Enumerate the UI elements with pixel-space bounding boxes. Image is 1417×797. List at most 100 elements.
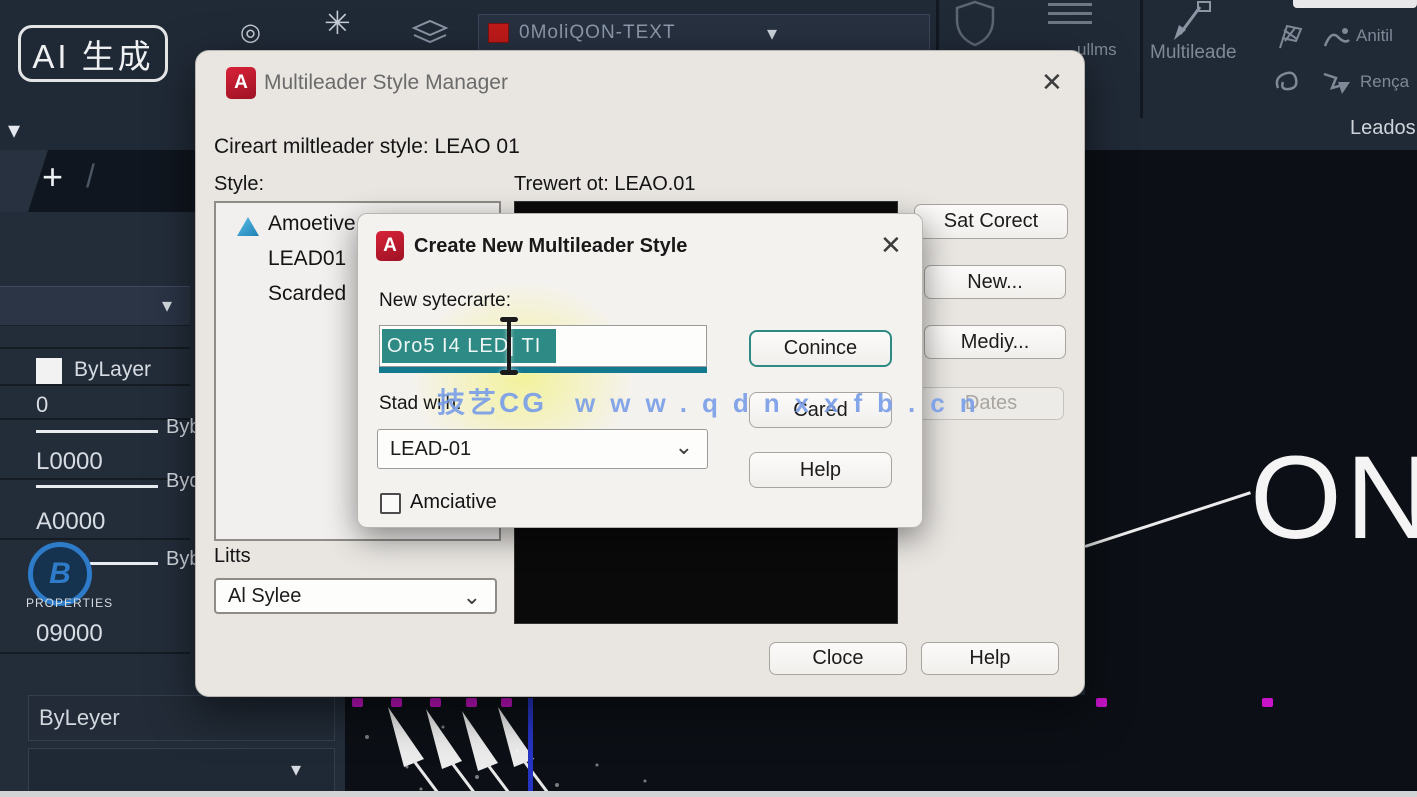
close-button[interactable]: Cloce <box>769 642 907 675</box>
leader-annotation-text: ON <box>1250 430 1417 566</box>
list-label: Litts <box>214 545 251 568</box>
style-list-item[interactable]: Scarded <box>268 282 346 306</box>
thickness-value[interactable]: 09000 <box>36 620 103 648</box>
chevron-down-icon[interactable]: ▾ <box>291 757 301 782</box>
row-separator <box>0 347 190 349</box>
leader-line <box>1085 491 1251 548</box>
selected-text: Oro5 I4 LED| TI <box>382 329 556 363</box>
watermark-url: www.qdnxxfb.cn <box>575 388 991 419</box>
leader-arrows <box>345 695 1417 797</box>
remove-leader-icon[interactable] <box>1320 68 1352 98</box>
continue-button[interactable]: Conince <box>749 330 892 367</box>
layers-stack-icon[interactable] <box>410 16 450 48</box>
chevron-down-icon[interactable]: ⌄ <box>675 434 693 460</box>
layer-color-swatch <box>488 23 509 43</box>
row-separator <box>0 418 190 420</box>
watermark-brand: 技艺CG <box>437 381 547 421</box>
autocad-logo-icon: A <box>376 231 404 261</box>
add-leader-icon[interactable] <box>1276 22 1306 50</box>
bylayer-value: ByLeyer <box>39 705 120 730</box>
row-separator <box>0 538 190 540</box>
layer-dropdown[interactable]: 0MoliQON-TEXT ▾ <box>478 14 930 51</box>
autocad-logo-icon: A <box>226 67 256 99</box>
style-list-item[interactable]: LEAD01 <box>268 247 346 271</box>
magenta-marker <box>430 698 441 707</box>
multileader-tool-label[interactable]: Multileade <box>1150 42 1237 64</box>
annotative-checkbox[interactable] <box>380 493 401 514</box>
close-icon[interactable]: ✕ <box>880 232 902 258</box>
help-button[interactable]: Help <box>921 642 1059 675</box>
dialog-title: Multileader Style Manager <box>264 71 508 95</box>
color-swatch[interactable] <box>36 358 62 384</box>
leader-tool-icon[interactable] <box>1322 24 1352 50</box>
magenta-marker <box>391 698 402 707</box>
starburst-icon[interactable]: ✳ <box>324 4 351 42</box>
close-icon[interactable]: ✕ <box>1041 69 1063 95</box>
preview-label: Trewert ot: LEAO.01 <box>514 173 696 196</box>
bottom-dropdown[interactable]: ▾ <box>28 748 335 792</box>
properties-caption: PROPERTIES <box>26 596 113 610</box>
transparency-sample <box>90 562 158 565</box>
lines-icon[interactable] <box>1048 3 1092 30</box>
lineweight-sample <box>36 485 158 488</box>
dialog-title: Create New Multileader Style <box>414 235 687 258</box>
row-separator <box>0 384 190 386</box>
style-list-item[interactable]: Amoetive <box>268 212 356 236</box>
row-separator <box>0 652 190 654</box>
lasso-tool-icon[interactable] <box>1274 66 1306 96</box>
layer-name: 0MoliQON-TEXT <box>519 22 676 44</box>
center-snap-icon[interactable]: ◎ <box>240 18 261 47</box>
new-style-name-label: New sytecrarte: <box>379 290 511 312</box>
linetype-scale-value[interactable]: L0000 <box>36 448 103 476</box>
new-style-name-input[interactable]: Oro5 I4 LED| TI <box>379 325 707 367</box>
linetype-sample <box>36 430 158 433</box>
remove-leader-label[interactable]: Rença <box>1360 72 1409 92</box>
start-with-dropdown[interactable]: LEAD-01 ⌄ <box>377 429 708 469</box>
current-style-text: Cireart miltleader style: LEAO 01 <box>214 135 520 159</box>
new-tab-button[interactable]: + <box>42 156 63 198</box>
annotative-icon <box>236 215 260 237</box>
properties-selector-dropdown[interactable]: ▾ <box>0 286 190 326</box>
text-cursor-icon <box>498 317 520 375</box>
styles-label: Style: <box>214 173 264 196</box>
magenta-marker <box>1262 698 1273 707</box>
multileader-tool-icon[interactable] <box>1168 0 1212 40</box>
add-leader-label[interactable]: Anitil <box>1356 26 1393 46</box>
new-button[interactable]: New... <box>924 265 1066 299</box>
help-button[interactable]: Help <box>749 452 892 488</box>
blue-construction-line <box>528 698 533 795</box>
bylayer-row[interactable]: ByLeyer <box>28 695 335 741</box>
start-with-value: LEAD-01 <box>390 438 471 461</box>
row-separator <box>0 478 190 480</box>
chevron-down-icon[interactable]: ▾ <box>162 293 172 318</box>
magenta-marker <box>1096 698 1107 707</box>
autocad-screen: ◎ ✳ 0MoliQON-TEXT ▾ ullms Multileade Ani… <box>0 0 1417 797</box>
set-current-button[interactable]: Sat Corect <box>914 204 1068 239</box>
magenta-marker <box>466 698 477 707</box>
magenta-marker <box>501 698 512 707</box>
watermark: 技艺CG www.qdnxxfb.cn <box>437 381 991 421</box>
ribbon-separator <box>1140 0 1143 118</box>
chevron-down-icon[interactable]: ▾ <box>767 21 777 46</box>
chevron-down-icon[interactable]: ⌄ <box>463 584 481 610</box>
list-filter-dropdown[interactable]: Al Sylee ⌄ <box>214 578 497 614</box>
ai-generated-badge: AI 生成 <box>18 25 168 82</box>
modify-button[interactable]: Mediy... <box>924 325 1066 359</box>
chevron-down-icon[interactable]: ▾ <box>8 116 20 145</box>
input-focus-underline <box>379 367 707 373</box>
frame-bottom-strip <box>0 791 1417 797</box>
magenta-marker <box>352 698 363 707</box>
ribbon-separator <box>936 0 939 52</box>
logo-monogram: B <box>49 557 71 591</box>
shield-icon[interactable] <box>952 0 998 47</box>
annotative-label: Amciative <box>410 491 497 514</box>
lineweight-value[interactable]: A0000 <box>36 508 105 536</box>
top-right-field-fragment <box>1293 0 1417 8</box>
create-new-style-dialog: A Create New Multileader Style ✕ New syt… <box>357 213 923 528</box>
leaders-panel-label[interactable]: Leados <box>1350 117 1416 140</box>
color-value[interactable]: ByLayer <box>74 358 151 382</box>
file-tab[interactable] <box>0 150 48 212</box>
drawing-canvas[interactable] <box>345 695 1417 797</box>
list-filter-value: Al Sylee <box>228 585 301 608</box>
layer-value[interactable]: 0 <box>36 392 48 418</box>
